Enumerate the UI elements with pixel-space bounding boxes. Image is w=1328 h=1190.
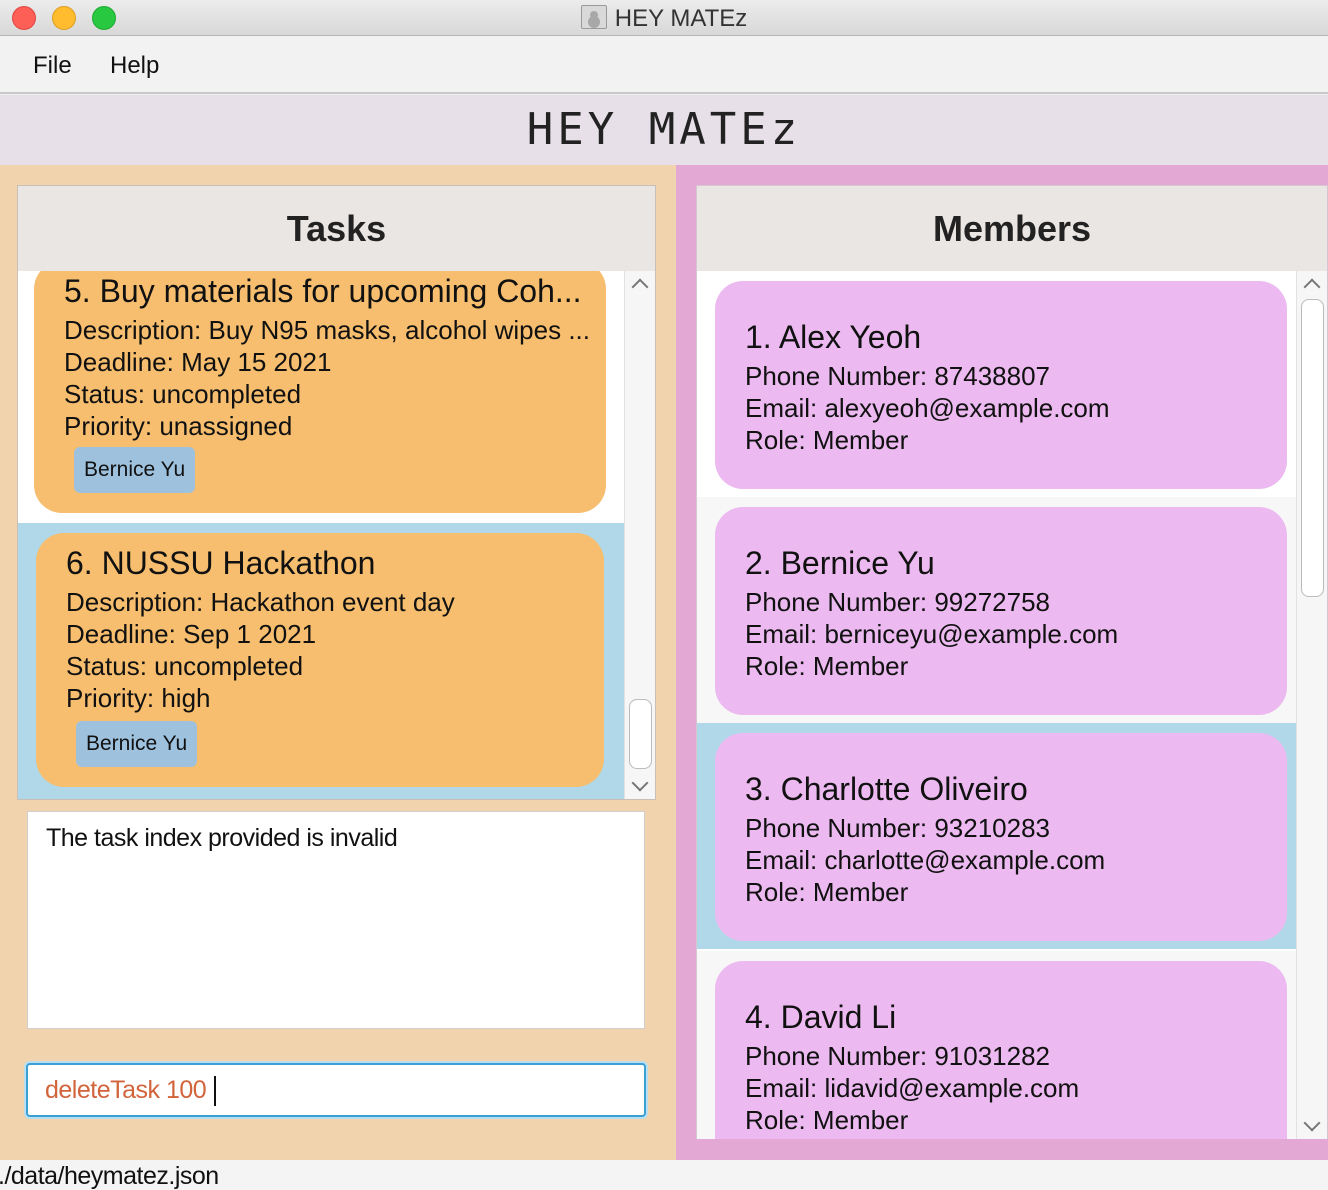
task-deadline: Deadline: May 15 2021: [64, 347, 332, 377]
member-phone: Phone Number: 87438807: [745, 361, 1051, 391]
window-title-bar: HEY MATEz: [0, 0, 1328, 36]
app-title: HEY MATEz: [526, 104, 802, 155]
task-list-item-selected[interactable]: 6. NUSSU Hackathon Description: Hackatho…: [18, 523, 624, 799]
task-status: Status: uncompleted: [66, 651, 304, 681]
members-scrollbar[interactable]: [1296, 271, 1327, 1139]
command-box[interactable]: [26, 1063, 646, 1117]
member-list-item[interactable]: 4. David Li Phone Number: 91031282 Email…: [697, 951, 1303, 1139]
member-email: Email: charlotte@example.com: [745, 845, 1106, 875]
member-card: 4. David Li Phone Number: 91031282 Email…: [715, 961, 1287, 1139]
task-card: 6. NUSSU Hackathon Description: Hackatho…: [36, 533, 604, 787]
result-message: The task index provided is invalid: [46, 824, 398, 852]
member-phone: Phone Number: 99272758: [745, 587, 1051, 617]
member-phone: Phone Number: 91031282: [745, 1041, 1051, 1071]
assignee-tag: Bernice Yu: [76, 721, 198, 767]
window-title: HEY MATEz: [0, 5, 1328, 33]
scroll-up-icon[interactable]: [1303, 278, 1321, 296]
members-heading: Members: [697, 186, 1327, 271]
scroll-down-icon[interactable]: [1303, 1114, 1321, 1132]
member-card: 1. Alex Yeoh Phone Number: 87438807 Emai…: [715, 281, 1287, 489]
task-list[interactable]: 5. Buy materials for upcoming Coh... Des…: [18, 271, 624, 799]
member-card: 2. Bernice Yu Phone Number: 99272758 Ema…: [715, 507, 1287, 715]
member-phone: Phone Number: 93210283: [745, 813, 1051, 843]
menu-file[interactable]: File: [33, 52, 72, 80]
member-email: Email: alexyeoh@example.com: [745, 393, 1110, 423]
right-pane: Members 1. Alex Yeoh Phone Number: 87438…: [676, 165, 1328, 1160]
member-name: 3. Charlotte Oliveiro: [745, 771, 1028, 807]
text-caret: [214, 1076, 216, 1106]
task-list-item[interactable]: 5. Buy materials for upcoming Coh... Des…: [18, 271, 624, 523]
result-display: The task index provided is invalid: [27, 811, 645, 1029]
save-location: ./data/heymatez.json: [0, 1162, 219, 1190]
member-list-item[interactable]: 2. Bernice Yu Phone Number: 99272758 Ema…: [697, 497, 1303, 723]
tasks-scroll-thumb[interactable]: [629, 699, 652, 769]
member-role: Role: Member: [745, 651, 909, 681]
task-card: 5. Buy materials for upcoming Coh... Des…: [34, 271, 606, 513]
menu-bar: File Help: [0, 37, 1328, 94]
member-email: Email: berniceyu@example.com: [745, 619, 1119, 649]
member-list-item[interactable]: 1. Alex Yeoh Phone Number: 87438807 Emai…: [697, 271, 1303, 497]
member-card: 3. Charlotte Oliveiro Phone Number: 9321…: [715, 733, 1287, 941]
tasks-heading: Tasks: [18, 186, 655, 271]
task-status: Status: uncompleted: [64, 379, 302, 409]
member-list-item-selected[interactable]: 3. Charlotte Oliveiro Phone Number: 9321…: [697, 723, 1303, 949]
task-priority: Priority: high: [66, 683, 211, 713]
task-description: Description: Hackathon event day: [66, 587, 455, 617]
member-role: Role: Member: [745, 877, 909, 907]
command-input[interactable]: [45, 1075, 625, 1105]
members-scroll-thumb[interactable]: [1301, 299, 1324, 597]
app-icon: [580, 5, 607, 29]
member-role: Role: Member: [745, 425, 909, 455]
app-header: HEY MATEz: [0, 95, 1328, 165]
window-title-text: HEY MATEz: [614, 5, 748, 32]
members-panel: Members 1. Alex Yeoh Phone Number: 87438…: [696, 185, 1328, 1139]
scroll-up-icon[interactable]: [631, 278, 649, 296]
tasks-scrollbar[interactable]: [624, 271, 655, 799]
assignee-tag: Bernice Yu: [74, 447, 196, 493]
task-description: Description: Buy N95 masks, alcohol wipe…: [64, 315, 590, 345]
left-pane: Tasks 5. Buy materials for upcoming Coh.…: [0, 165, 676, 1160]
member-role: Role: Member: [745, 1105, 909, 1135]
tasks-panel: Tasks 5. Buy materials for upcoming Coh.…: [17, 185, 656, 800]
member-name: 2. Bernice Yu: [745, 545, 935, 581]
task-title: 5. Buy materials for upcoming Coh...: [64, 273, 582, 309]
member-list[interactable]: 1. Alex Yeoh Phone Number: 87438807 Emai…: [697, 271, 1303, 1139]
member-name: 1. Alex Yeoh: [745, 319, 922, 355]
scroll-down-icon[interactable]: [631, 774, 649, 792]
member-name: 4. David Li: [745, 999, 897, 1035]
task-title: 6. NUSSU Hackathon: [66, 545, 376, 581]
status-bar: ./data/heymatez.json: [0, 1160, 1328, 1190]
task-deadline: Deadline: Sep 1 2021: [66, 619, 317, 649]
member-email: Email: lidavid@example.com: [745, 1073, 1080, 1103]
task-priority: Priority: unassigned: [64, 411, 293, 441]
menu-help[interactable]: Help: [110, 52, 159, 80]
